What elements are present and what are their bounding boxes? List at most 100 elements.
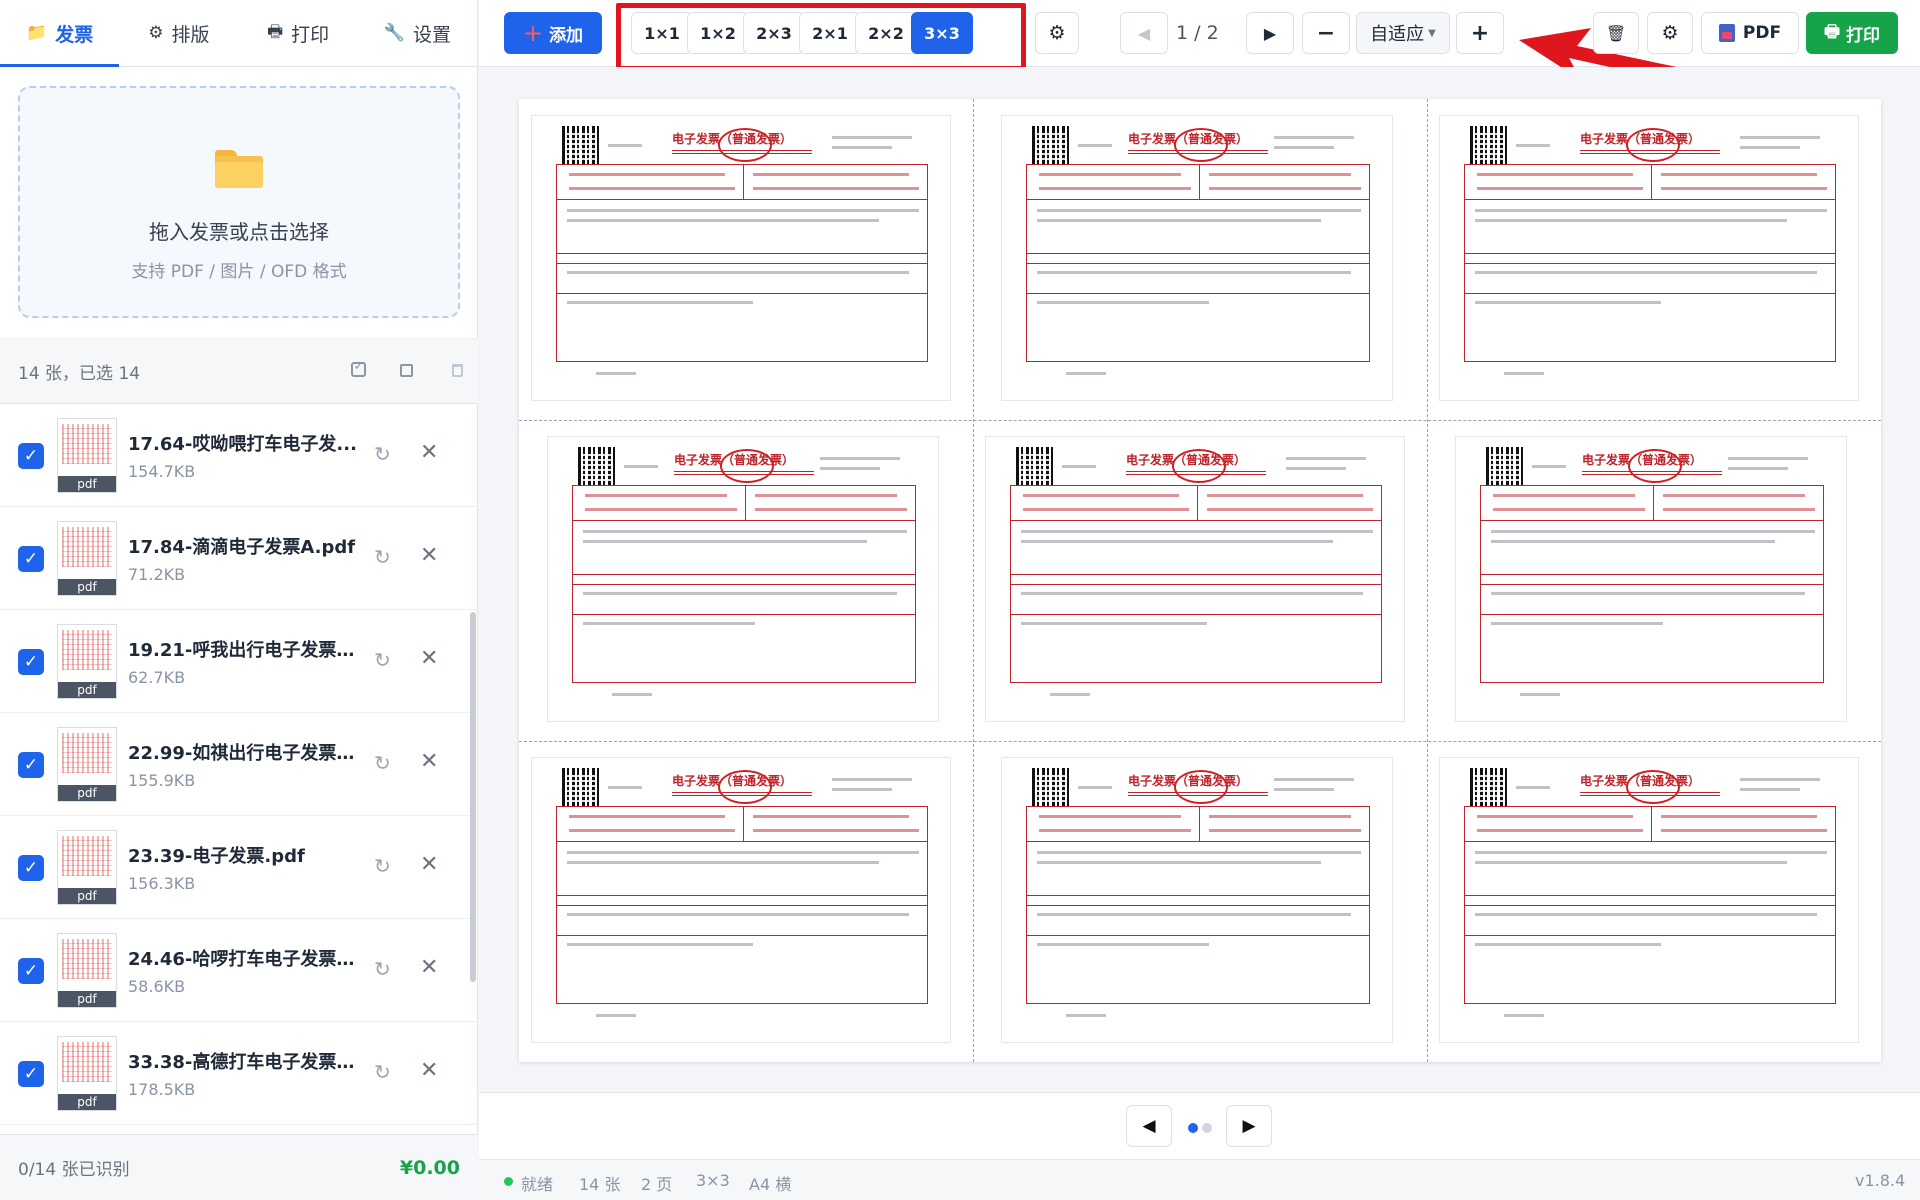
prev-page-button[interactable]: ◀ (1120, 12, 1168, 54)
file-list-item[interactable]: ✓ pdf 19.21-呼我出行电子发票.pdf 62.7KB ↻ ✕ (0, 610, 478, 713)
file-list-item[interactable]: ✓ pdf 17.64-哎呦喂打车电子发... 154.7KB ↻ ✕ (0, 404, 478, 507)
print-button[interactable]: 🖶 打印 (1806, 12, 1898, 54)
invoice-thumbnail: 电子发票（普通发票） (985, 436, 1405, 722)
rotate-icon[interactable]: ↻ (374, 545, 391, 569)
file-size: 154.7KB (128, 462, 196, 481)
invoice-seal (720, 449, 774, 483)
tab-settings[interactable]: 🔧 设置 (358, 0, 477, 66)
invoice-thumbnail: 电子发票（普通发票） (1001, 115, 1393, 401)
file-size: 62.7KB (128, 668, 186, 687)
rotate-icon[interactable]: ↻ (374, 442, 391, 466)
layout-settings-button[interactable]: ⚙ (1035, 12, 1079, 54)
select-all-button[interactable] (334, 359, 382, 381)
file-checkbox[interactable]: ✓ (18, 649, 44, 675)
settings-button[interactable]: ⚙ (1647, 12, 1693, 54)
print-label: 打印 (1846, 25, 1881, 46)
file-list-item[interactable]: ✓ pdf 23.39-电子发票.pdf 156.3KB ↻ ✕ (0, 816, 478, 919)
invoice-seal (1172, 449, 1226, 483)
invoice-cell[interactable]: 电子发票（普通发票） (973, 420, 1427, 741)
invoice-thumbnail: 电子发票（普通发票） (1439, 115, 1859, 401)
tab-label: 设置 (412, 23, 451, 46)
file-name: 33.38-高德打车电子发票.... (128, 1052, 358, 1073)
file-checkbox[interactable]: ✓ (18, 958, 44, 984)
invoice-thumbnail: 电子发票（普通发票） (531, 115, 951, 401)
file-thumbnail: pdf (57, 933, 117, 1008)
app-version: v1.8.4 (1855, 1171, 1906, 1190)
tab-print[interactable]: 🖶 打印 (239, 0, 358, 66)
rotate-icon[interactable]: ↻ (374, 648, 391, 672)
trash-icon: 🗑 (1605, 23, 1627, 43)
dropzone-subtitle: 支持 PDF / 图片 / OFD 格式 (131, 262, 347, 282)
dropzone-title: 拖入发票或点击选择 (149, 220, 329, 244)
file-checkbox[interactable]: ✓ (18, 752, 44, 778)
tab-invoices[interactable]: 📁 发票 (0, 0, 120, 67)
file-thumbnail: pdf (57, 624, 117, 699)
zoom-in-button[interactable]: + (1456, 12, 1504, 54)
page-dot[interactable] (1202, 1123, 1212, 1133)
rotate-icon[interactable]: ↻ (374, 957, 391, 981)
invoice-cell[interactable]: 电子发票（普通发票） (1427, 99, 1881, 420)
invoice-cell[interactable]: 电子发票（普通发票） (519, 420, 973, 741)
file-checkbox[interactable]: ✓ (18, 1061, 44, 1087)
remove-file-icon[interactable]: ✕ (420, 852, 438, 877)
rotate-icon[interactable]: ↻ (374, 751, 391, 775)
file-type-badge: pdf (58, 579, 116, 595)
add-button[interactable]: + 添加 (504, 12, 602, 54)
triangle-right-icon: ▶ (1242, 1116, 1256, 1136)
file-name: 22.99-如祺出行电子发票.... (128, 743, 358, 764)
file-list-item[interactable]: ✓ pdf 17.84-滴滴电子发票A.pdf 71.2KB ↻ ✕ (0, 507, 478, 610)
sidebar: 📁 发票 ⚙ 排版 🖶 打印 🔧 设置 拖入发票或点击选择 支持 PDF / 图… (0, 0, 478, 1200)
invoice-thumbnail: 电子发票（普通发票） (1001, 757, 1393, 1043)
sidebar-scrollbar[interactable] (470, 612, 476, 982)
rotate-icon[interactable]: ↻ (374, 1060, 391, 1084)
deselect-all-button[interactable] (382, 362, 430, 381)
qr-code-icon (1470, 768, 1508, 806)
next-page-button[interactable]: ▶ (1246, 12, 1294, 54)
file-list-item[interactable]: ✓ pdf 22.99-如祺出行电子发票.... 155.9KB ↻ ✕ (0, 713, 478, 816)
file-checkbox[interactable]: ✓ (18, 546, 44, 572)
printer-icon: 🖶 (267, 21, 284, 42)
file-list-item[interactable]: ✓ pdf 33.38-高德打车电子发票.... 178.5KB ↻ ✕ (0, 1022, 478, 1125)
file-checkbox[interactable]: ✓ (18, 443, 44, 469)
annotation-highlight-box (616, 3, 1026, 71)
triangle-right-icon: ▶ (1263, 23, 1277, 43)
remove-file-icon[interactable]: ✕ (420, 440, 438, 465)
invoice-cell[interactable]: 电子发票（普通发票） (519, 741, 973, 1062)
file-name: 17.84-滴滴电子发票A.pdf (128, 537, 356, 558)
tab-layout[interactable]: ⚙ 排版 (119, 0, 238, 66)
delete-all-button[interactable] (430, 362, 478, 381)
zoom-select[interactable]: 自适应 ▼ (1356, 12, 1450, 54)
checkbox-icon (350, 359, 366, 377)
zoom-out-button[interactable]: − (1302, 12, 1350, 54)
qr-code-icon (578, 447, 616, 485)
remove-file-icon[interactable]: ✕ (420, 646, 438, 671)
preview-area: 电子发票（普通发票） 电子发票（普通发票） 电子发票（普通发票） 电子发票（普通发票）… (479, 67, 1920, 1092)
rotate-icon[interactable]: ↻ (374, 854, 391, 878)
page-dot-active[interactable] (1188, 1123, 1198, 1133)
pager-next-button[interactable]: ▶ (1226, 1105, 1272, 1147)
gear-icon: ⚙ (148, 23, 164, 43)
invoice-cell[interactable]: 电子发票（普通发票） (1427, 741, 1881, 1062)
file-size: 58.6KB (128, 977, 186, 996)
remove-file-icon[interactable]: ✕ (420, 749, 438, 774)
file-dropzone[interactable]: 拖入发票或点击选择 支持 PDF / 图片 / OFD 格式 (18, 86, 460, 318)
invoice-cell[interactable]: 电子发票（普通发票） (973, 99, 1427, 420)
export-pdf-button[interactable]: PDF (1701, 12, 1799, 54)
invoice-seal (1174, 770, 1228, 804)
remove-file-icon[interactable]: ✕ (420, 955, 438, 980)
qr-code-icon (1032, 768, 1070, 806)
file-checkbox[interactable]: ✓ (18, 855, 44, 881)
pdf-file-icon (1718, 24, 1735, 42)
remove-file-icon[interactable]: ✕ (420, 1058, 438, 1083)
file-size: 155.9KB (128, 771, 196, 790)
remove-file-icon[interactable]: ✕ (420, 543, 438, 568)
invoice-cell[interactable]: 电子发票（普通发票） (973, 741, 1427, 1062)
pager-prev-button[interactable]: ◀ (1126, 1105, 1172, 1147)
delete-button[interactable]: 🗑 (1593, 12, 1639, 54)
file-name: 19.21-呼我出行电子发票.pdf (128, 640, 358, 661)
invoice-cell[interactable]: 电子发票（普通发票） (519, 99, 973, 420)
file-name: 24.46-哈啰打车电子发票1.... (128, 949, 358, 970)
file-list-item[interactable]: ✓ pdf 24.46-哈啰打车电子发票1.... 58.6KB ↻ ✕ (0, 919, 478, 1022)
trash-icon (451, 363, 463, 377)
invoice-cell[interactable]: 电子发票（普通发票） (1427, 420, 1881, 741)
